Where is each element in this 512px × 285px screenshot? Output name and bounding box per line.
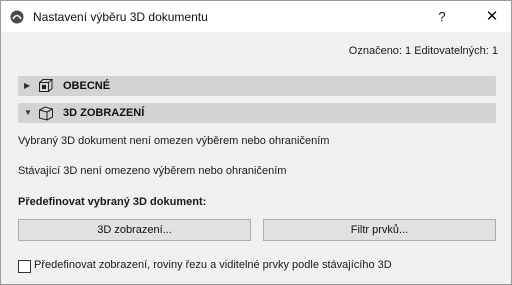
dialog-window: Nastavení výběru 3D dokumentu ? ✕ Označe… <box>0 0 512 285</box>
element-filter-button[interactable]: Filtr prvků... <box>263 219 496 241</box>
selection-info: Označeno: 1 Editovatelných: 1 <box>348 45 498 57</box>
3d-view-icon <box>39 106 53 121</box>
status-current-text: Stávající 3D není omezeno výběrem nebo o… <box>18 165 287 177</box>
section-3d-view-header[interactable]: ▼ 3D ZOBRAZENÍ <box>18 103 496 123</box>
collapse-triangle-icon[interactable]: ▼ <box>24 103 32 123</box>
redefine-checkbox[interactable] <box>18 260 31 273</box>
section-3d-view-label: 3D ZOBRAZENÍ <box>63 107 145 119</box>
window-title: Nastavení výběru 3D dokumentu <box>33 10 208 24</box>
expand-triangle-icon[interactable]: ▶ <box>24 76 30 96</box>
title-bar[interactable]: Nastavení výběru 3D dokumentu ? ✕ <box>1 1 511 32</box>
status-document-text: Vybraný 3D dokument není omezen výběrem … <box>18 135 330 147</box>
section-general-label: OBECNÉ <box>63 80 111 92</box>
close-button[interactable]: ✕ <box>475 4 509 29</box>
3d-view-button[interactable]: 3D zobrazení... <box>18 219 251 241</box>
redefine-checkbox-label[interactable]: Předefinovat zobrazení, roviny řezu a vi… <box>34 259 392 271</box>
redefine-heading: Předefinovat vybraný 3D dokument: <box>18 196 207 208</box>
help-button[interactable]: ? <box>425 4 459 29</box>
section-general-header[interactable]: ▶ OBECNÉ <box>18 76 496 96</box>
general-settings-icon <box>39 79 54 92</box>
app-logo-icon <box>10 10 24 24</box>
